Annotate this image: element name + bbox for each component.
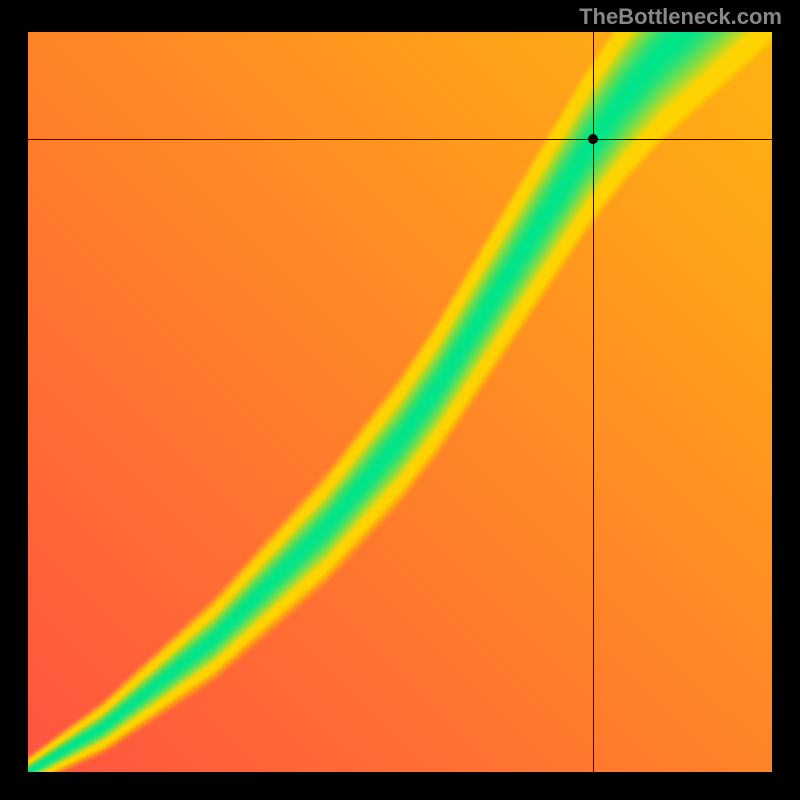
heatmap-plot	[28, 32, 772, 772]
watermark: TheBottleneck.com	[579, 4, 782, 30]
heatmap-canvas	[28, 32, 772, 772]
